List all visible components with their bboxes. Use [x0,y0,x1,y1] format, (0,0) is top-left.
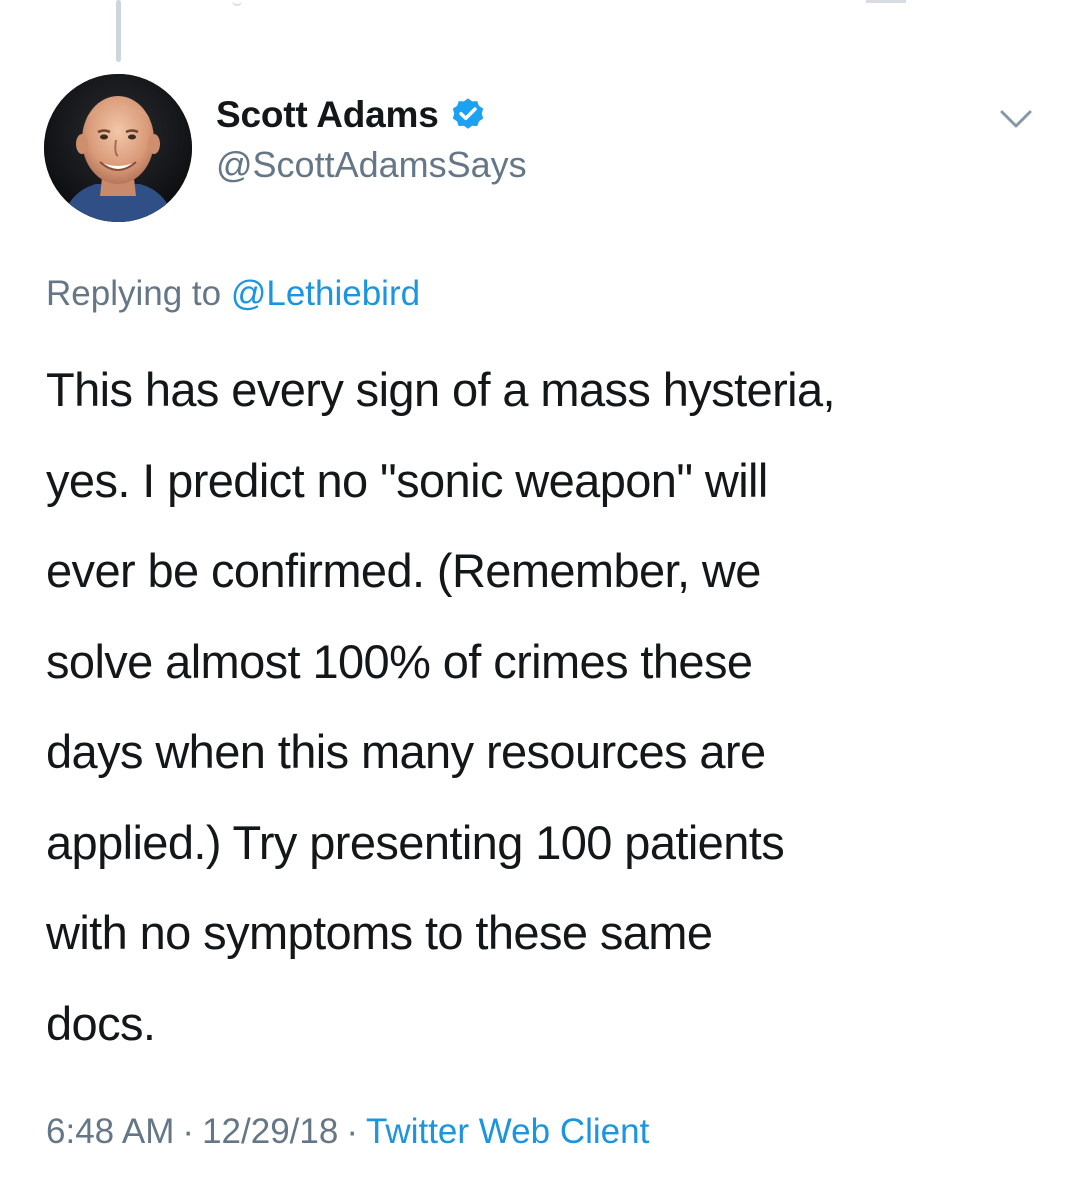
tweet-source-link[interactable]: Twitter Web Client [366,1112,649,1151]
previous-tweet-edge [232,0,242,6]
tweet-text-line: applied.) Try presenting 100 patients [46,815,785,869]
previous-tweet-edge-dash [866,0,906,3]
tweet-body: This has every sign of a mass hysteria, … [46,345,1046,1069]
verified-badge-icon [452,98,483,129]
tweet-metadata: 6:48 AM · 12/29/18 · Twitter Web Client [46,1112,649,1152]
tweet-date: 12/29/18 [202,1112,339,1151]
tweet-text-line: solve almost 100% of crimes these [46,634,753,688]
chevron-down-icon[interactable] [996,104,1036,134]
avatar[interactable] [44,74,192,222]
author-name-row[interactable]: Scott Adams [216,92,487,138]
replying-to-line: Replying to @Lethiebird [46,274,420,314]
author-display-name[interactable]: Scott Adams [216,94,439,136]
tweet-text-line: ever be confirmed. (Remember, we [46,544,761,597]
tweet-text-line: This has every sign of a mass hysteria, [46,363,836,416]
thread-connector-line [116,0,121,62]
tweet-text-line: docs. [46,996,156,1050]
meta-separator: · [182,1112,195,1151]
tweet-time: 6:48 AM [46,1112,175,1151]
meta-separator: · [346,1112,358,1151]
author-handle[interactable]: @ScottAdamsSays [216,144,527,186]
tweet-text-line: days when this many resources are [46,725,766,778]
replying-to-prefix: Replying to [46,274,231,313]
tweet-text-line: yes. I predict no "sonic weapon" will [46,453,768,507]
tweet-screen: Scott Adams @ScottAdamsSays Replying to … [0,0,1074,1200]
replying-to-handle-link[interactable]: @Lethiebird [231,274,420,313]
tweet-text-line: with no symptoms to these same [46,906,713,959]
